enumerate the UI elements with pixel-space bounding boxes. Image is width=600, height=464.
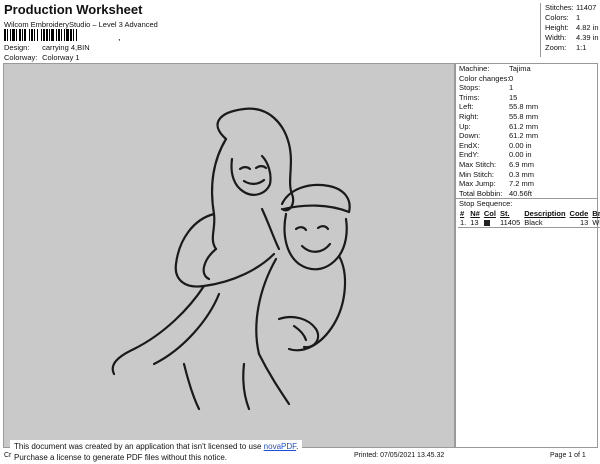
info-up: Up: 61.2 mm <box>459 121 539 131</box>
info-endy: EndY: 0.00 in <box>459 150 532 160</box>
info-min-stitch: Min Stitch: 0.3 mm <box>459 169 535 179</box>
design-preview-canvas <box>3 63 455 448</box>
stop-sequence-title: Stop Sequence: <box>456 198 597 209</box>
page-number: Page 1 of 1 <box>550 452 586 459</box>
info-color-changes: Color changes:0 <box>459 73 514 83</box>
footer-cr: Cr <box>4 452 12 459</box>
colorway-value: Colorway 1 <box>42 53 80 62</box>
stat-stitches: Stitches: 11407 <box>545 3 597 12</box>
info-trims: Trims: 15 <box>459 92 518 102</box>
info-down: Down: 61.2 mm <box>459 131 539 141</box>
stop-sequence-header: # N# Col St. Description Code Brand <box>458 209 600 218</box>
software-subtitle: Wilcom EmbroideryStudio – Level 3 Advanc… <box>4 20 158 29</box>
col-n: N# <box>470 209 480 219</box>
stat-width: Width: 4.39 in <box>545 33 599 42</box>
barcode-suffix: , <box>118 32 121 41</box>
license-notice: This document was created by an applicat… <box>10 440 303 464</box>
info-machine: Machine: Tajima <box>459 64 531 73</box>
col-code: Code <box>569 209 589 219</box>
info-left: Left: 55.8 mm <box>459 102 539 112</box>
stop-sequence-table: # N# Col St. Description Code Brand 1. 1… <box>458 209 600 229</box>
col-description: Description <box>524 209 566 219</box>
barcode-image: , <box>4 29 121 41</box>
colorway-label: Colorway: <box>4 53 38 62</box>
stat-colors: Colors: 1 <box>545 13 581 22</box>
stats-summary: Stitches: 11407 Colors: 1 Height: 4.82 in W… <box>540 3 599 57</box>
design-row: Design: carrying 4,BIN <box>4 43 90 52</box>
color-swatch <box>483 220 490 227</box>
design-value: carrying 4,BIN <box>42 43 90 52</box>
stat-height: Height: 4.82 in <box>545 23 599 32</box>
col-brand: Brand <box>592 209 600 219</box>
embroidery-design-image <box>111 107 351 411</box>
info-endx: EndX: 0.00 in <box>459 140 532 150</box>
col-col: Col <box>483 209 496 219</box>
col-num: # <box>460 209 465 219</box>
page-title: Production Worksheet <box>4 2 143 17</box>
info-stops: Stops: 1 <box>459 83 514 93</box>
printed-timestamp: Printed: 07/05/2021 13.45.32 <box>354 452 445 459</box>
table-row: 1. 13 11405 Black 13 Wilcom <box>460 218 600 228</box>
colorway-row: Colorway: Colorway 1 <box>4 53 80 62</box>
info-right: Right: 55.8 mm <box>459 111 539 121</box>
info-total-bobbin: Total Bobbin: 40.56ft <box>459 188 532 198</box>
info-max-stitch: Max Stitch: 6.9 mm <box>459 159 535 169</box>
col-st: St. <box>499 209 510 219</box>
design-label: Design: <box>4 43 30 52</box>
novapdf-link[interactable]: novaPDF <box>264 442 296 451</box>
stat-zoom: Zoom: 1:1 <box>545 43 587 52</box>
info-max-jump: Max Jump: 7.2 mm <box>459 179 535 189</box>
machine-info-panel: Machine: Tajima Color changes:0 Stops: 1 T… <box>455 63 600 448</box>
